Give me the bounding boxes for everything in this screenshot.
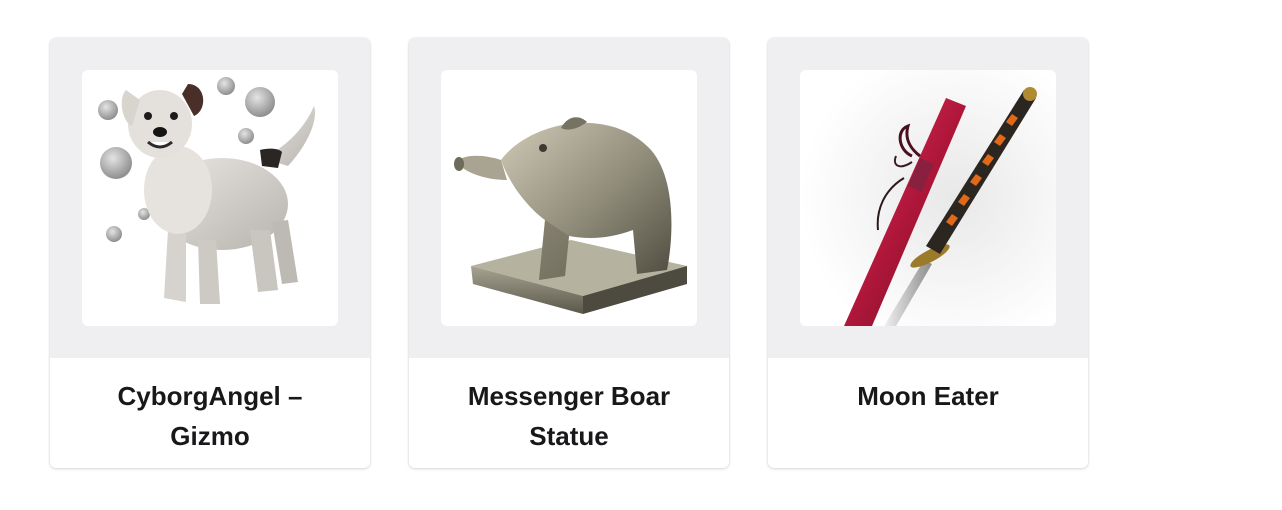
dog-icon <box>98 77 315 304</box>
katana-icon <box>800 70 1056 326</box>
item-title: Messenger Boar Statue <box>467 381 671 451</box>
item-thumbnail <box>800 70 1056 326</box>
boar-statue-icon <box>454 117 687 314</box>
item-thumbnail <box>82 70 338 326</box>
item-card[interactable]: Moon Eater <box>768 38 1088 468</box>
item-card[interactable]: Messenger Boar Statue <box>409 38 729 468</box>
item-title: CyborgAngel – Gizmo <box>117 381 303 451</box>
item-thumbnail <box>441 70 697 326</box>
item-card[interactable]: CyborgAngel – Gizmo <box>50 38 370 468</box>
item-grid: CyborgAngel – Gizmo Messenger Boar Statu… <box>50 38 1088 468</box>
item-media <box>409 38 729 358</box>
item-title: Moon Eater <box>857 381 999 411</box>
item-media <box>50 38 370 358</box>
item-media <box>768 38 1088 358</box>
